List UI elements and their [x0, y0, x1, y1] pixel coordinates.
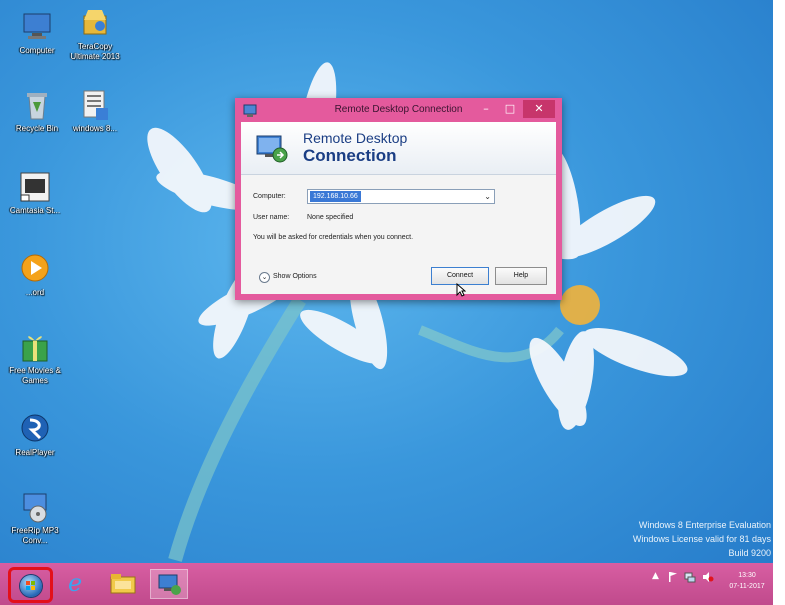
recycle-bin-icon — [20, 88, 54, 122]
maximize-button[interactable]: □ — [499, 100, 521, 118]
window-titlebar[interactable]: Remote Desktop Connection – □ ✕ — [235, 98, 562, 122]
document-icon — [78, 88, 112, 122]
computer-input-value[interactable]: 192.168.10.66 — [310, 191, 361, 202]
desktop-icon-free-movies[interactable]: Free Movies & Games — [4, 330, 66, 386]
taskbar-remote-desktop[interactable] — [150, 569, 188, 599]
flag-icon[interactable] — [668, 571, 678, 586]
desktop-icon-label: ...ord — [25, 288, 45, 297]
remote-desktop-icon — [158, 574, 181, 595]
desktop-icon-label: Computer — [19, 46, 55, 55]
taskbar: e ▲ 13:30 07-11-2017 — [0, 563, 785, 605]
expand-options-icon[interactable]: ⌄ — [259, 272, 270, 283]
desktop-icon-label: Free Movies & Games — [9, 366, 61, 385]
windows-watermark: Windows 8 Enterprise Evaluation Windows … — [633, 518, 771, 560]
username-label: User name: — [253, 214, 290, 221]
watermark-line2: Windows License valid for 81 days — [632, 534, 771, 544]
windows-logo-icon — [20, 575, 42, 597]
desktop-icon-label: Camtasia St... — [9, 206, 61, 215]
camtasia-icon — [18, 170, 52, 204]
watermark-line3: Build 9200 — [728, 548, 771, 558]
watermark-line1: Windows 8 Enterprise Evaluation — [638, 520, 771, 530]
computer-label: Computer: — [253, 193, 286, 200]
realplayer-icon — [18, 412, 52, 446]
chevron-down-icon[interactable]: ⌄ — [484, 190, 491, 203]
desktop-icon-recycle-bin[interactable]: Recycle Bin — [6, 88, 68, 134]
rdp-window: Remote Desktop Connection – □ ✕ Remote D… — [235, 98, 562, 300]
internet-explorer-icon: e — [68, 569, 83, 597]
clock-time: 13:30 — [738, 572, 756, 579]
desktop-icon-freerip[interactable]: FreeRip MP3 Conv... — [4, 490, 66, 546]
username-value: None specified — [307, 214, 354, 221]
banner-title-line1: Remote Desktop — [303, 130, 408, 146]
desktop-icon-computer[interactable]: Computer — [6, 10, 68, 56]
window-client-area: Remote Desktop Connection Computer: 192.… — [241, 122, 556, 294]
desktop-icon-realplayer[interactable]: RealPlayer — [4, 412, 66, 458]
help-button[interactable]: Help — [495, 267, 547, 285]
desktop-icon-label: RealPlayer — [15, 448, 55, 457]
close-button[interactable]: ✕ — [523, 100, 555, 118]
desktop-icon-windows8[interactable]: windows 8... — [64, 88, 126, 134]
desktop-icon-camtasia[interactable]: Camtasia St... — [4, 170, 66, 216]
desktop-icon-media[interactable]: ...ord — [4, 252, 66, 298]
banner-title-line2: Connection — [303, 146, 397, 165]
desktop-icon-teracopy[interactable]: TeraCopy Ultimate 2013 — [64, 6, 126, 62]
desktop-icon-label: FreeRip MP3 Conv... — [11, 526, 59, 545]
network-icon[interactable] — [684, 571, 696, 586]
taskbar-file-explorer[interactable] — [108, 569, 138, 597]
mouse-cursor-icon — [456, 282, 467, 297]
desktop-icon-label: TeraCopy Ultimate 2013 — [70, 42, 120, 61]
rdp-banner: Remote Desktop Connection — [241, 122, 556, 175]
taskbar-clock[interactable]: 13:30 07-11-2017 — [722, 570, 772, 592]
computer-icon — [20, 10, 54, 44]
computer-combobox[interactable]: 192.168.10.66 ⌄ — [307, 189, 495, 204]
folder-icon — [110, 574, 136, 594]
show-options-link[interactable]: Show Options — [273, 273, 317, 280]
clock-date: 07-11-2017 — [729, 583, 765, 590]
taskbar-internet-explorer[interactable]: e — [64, 569, 94, 597]
remote-desktop-icon — [255, 130, 289, 164]
screen-edge — [773, 0, 785, 605]
media-player-icon — [18, 252, 52, 286]
desktop-icon-label: windows 8... — [72, 124, 118, 133]
desktop-icon-label: Recycle Bin — [15, 124, 59, 133]
credentials-note: You will be asked for credentials when y… — [253, 234, 414, 241]
desktop: Computer TeraCopy Ultimate 2013 Recycle … — [0, 0, 785, 605]
teracopy-icon — [78, 6, 112, 40]
volume-icon[interactable] — [702, 571, 714, 586]
freerip-icon — [18, 490, 52, 524]
start-button[interactable] — [8, 567, 53, 603]
minimize-button[interactable]: – — [475, 100, 497, 118]
show-hidden-icons-button[interactable]: ▲ — [652, 571, 659, 581]
gift-box-icon — [18, 330, 52, 364]
